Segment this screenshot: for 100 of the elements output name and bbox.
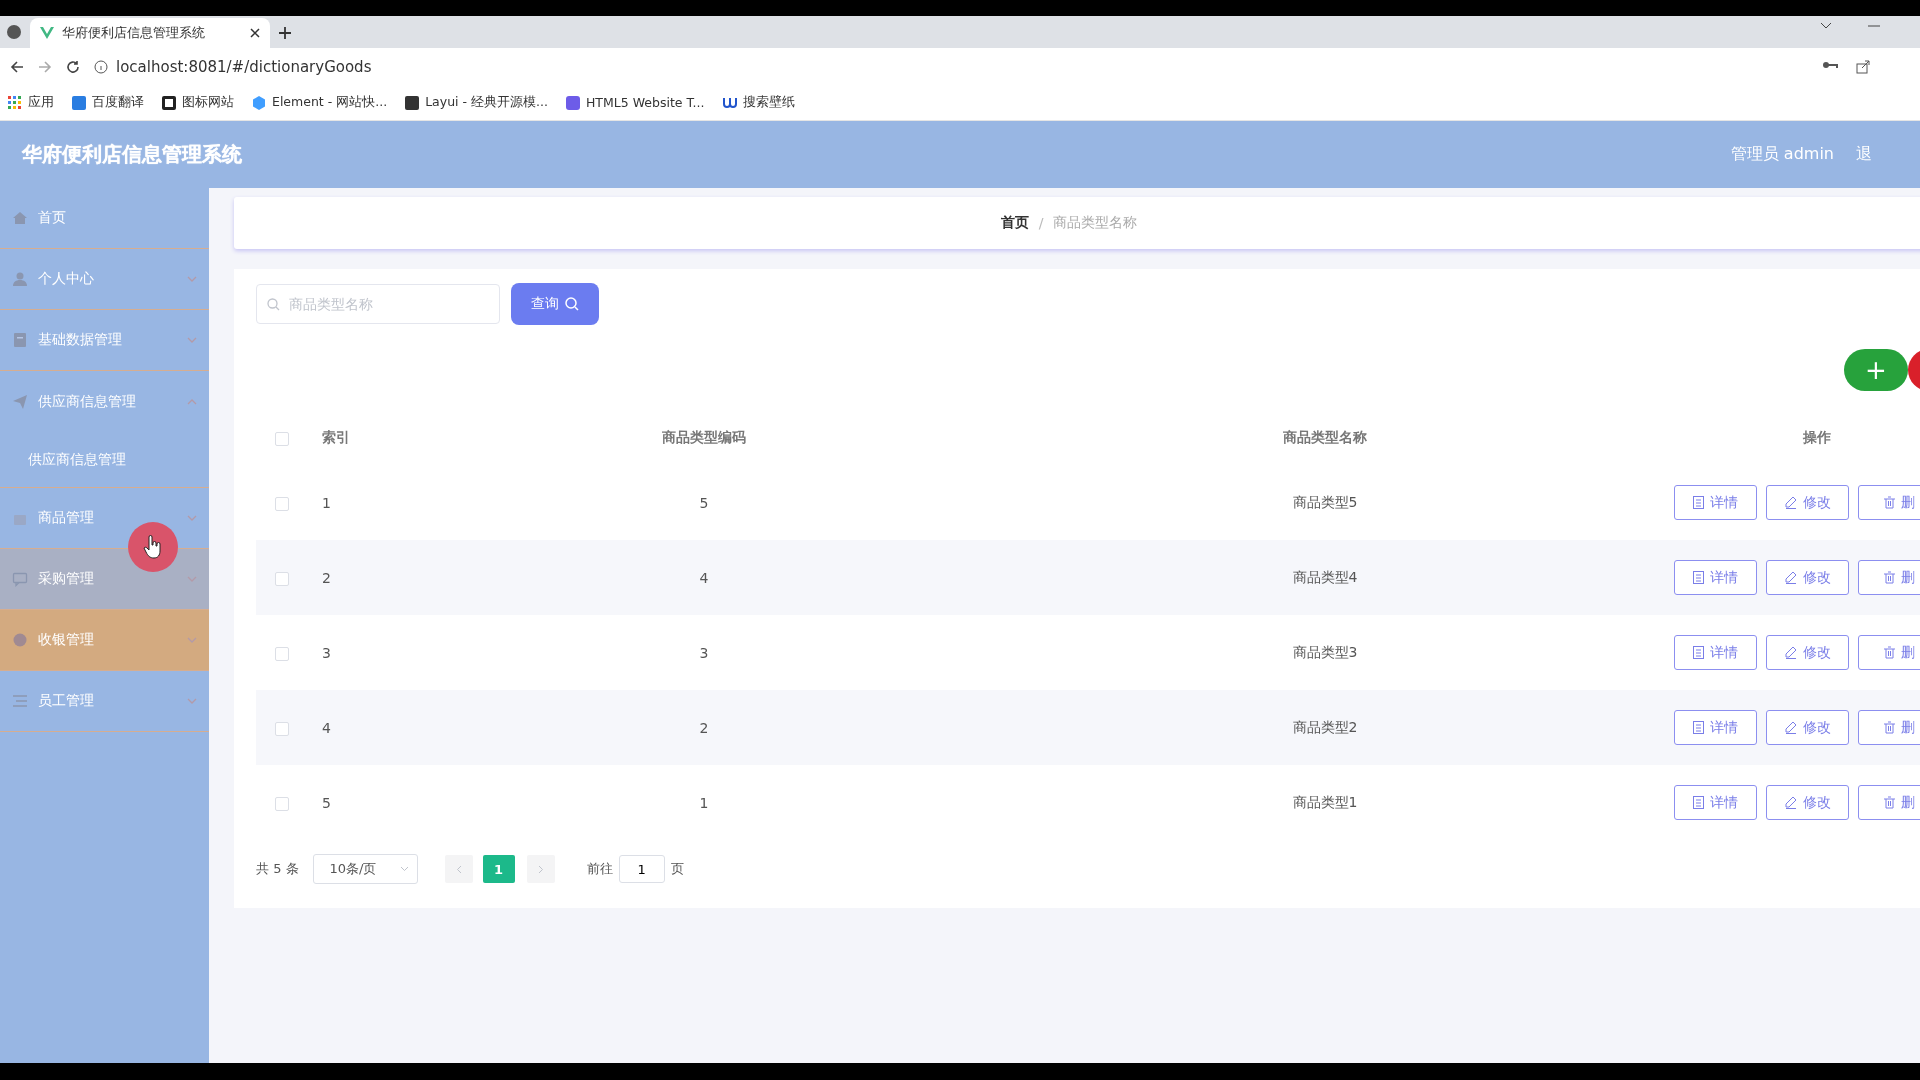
table-cell: 2 xyxy=(417,690,991,765)
wave-logo-icon xyxy=(722,95,737,110)
column-header: 商品类型名称 xyxy=(1282,428,1368,447)
search-field[interactable]: 商品类型名称 xyxy=(256,284,500,324)
table-cell: 5 xyxy=(308,765,417,840)
document-icon xyxy=(1693,796,1704,809)
search-button[interactable]: 查询 xyxy=(511,283,599,325)
new-tab-icon[interactable] xyxy=(278,26,292,40)
chevron-down-icon xyxy=(399,866,409,872)
row-checkbox[interactable] xyxy=(275,496,289,511)
pencil-icon xyxy=(1784,496,1797,509)
bookmark-link[interactable]: 百度翻译 xyxy=(72,94,144,111)
column-header: 商品类型编码 xyxy=(661,428,747,447)
detail-button[interactable]: 详情 xyxy=(1674,710,1757,745)
add-button[interactable]: + xyxy=(1844,349,1908,391)
user-icon xyxy=(12,271,28,287)
row-checkbox[interactable] xyxy=(275,721,289,736)
chevron-icon xyxy=(187,515,197,521)
minimize-icon[interactable] xyxy=(1868,22,1880,30)
bookmark-link[interactable]: Layui - 经典开源模... xyxy=(405,94,548,111)
bookmark-link[interactable]: Element - 网站快... xyxy=(252,94,388,111)
delete-button[interactable]: 删 xyxy=(1858,710,1920,745)
key-icon[interactable] xyxy=(1822,59,1838,70)
info-icon[interactable] xyxy=(94,59,108,74)
share-icon[interactable] xyxy=(1856,59,1870,74)
bookmark-link[interactable]: HTML5 Website T... xyxy=(565,95,705,110)
user-label: 管理员 admin xyxy=(1730,144,1834,165)
chevron-right-icon xyxy=(537,864,544,874)
delete-button[interactable]: 删 xyxy=(1858,485,1920,520)
document-icon xyxy=(1693,496,1704,509)
chat-icon xyxy=(12,571,28,587)
forward-icon[interactable] xyxy=(38,59,52,74)
delete-button[interactable]: 删 xyxy=(1858,560,1920,595)
bookmark-link[interactable]: 应用 xyxy=(8,94,54,111)
table-cell: 1 xyxy=(308,465,417,540)
total-count: 共 5 条 xyxy=(256,860,299,878)
delete-button[interactable]: 删 xyxy=(1858,785,1920,820)
detail-button[interactable]: 详情 xyxy=(1674,635,1757,670)
edit-button[interactable]: 修改 xyxy=(1766,635,1849,670)
column-header: 操作 xyxy=(1801,428,1832,447)
select-all-checkbox[interactable] xyxy=(275,432,289,446)
breadcrumb-link[interactable]: 首页 xyxy=(1000,214,1029,232)
v-logo-icon xyxy=(40,27,54,39)
page-input[interactable]: 1 xyxy=(618,855,665,883)
document-icon xyxy=(1693,721,1704,734)
detail-button[interactable]: 详情 xyxy=(1674,785,1757,820)
page-size-select[interactable]: 10条/页 xyxy=(312,854,418,884)
close-icon[interactable] xyxy=(250,28,260,38)
edit-button[interactable]: 修改 xyxy=(1766,785,1849,820)
page-number-button[interactable]: 1 xyxy=(482,855,515,883)
trash-icon xyxy=(1884,646,1895,659)
row-checkbox[interactable] xyxy=(275,796,289,811)
edit-button[interactable]: 修改 xyxy=(1766,710,1849,745)
table-cell: 商品类型3 xyxy=(991,615,1659,690)
pencil-icon xyxy=(1784,646,1797,659)
document-icon xyxy=(1693,646,1704,659)
bookmark-link[interactable]: 图标网站 xyxy=(162,94,234,111)
document-icon xyxy=(1693,571,1704,584)
detail-button[interactable]: 详情 xyxy=(1674,485,1757,520)
browser-tab[interactable]: 华府便利店信息管理系统 xyxy=(30,18,270,48)
chevron-icon xyxy=(187,337,197,343)
paper-plane-icon xyxy=(12,393,28,410)
hand-cursor-icon xyxy=(143,535,163,559)
table-cell: 商品类型1 xyxy=(991,765,1659,840)
column-header: 索引 xyxy=(321,428,351,447)
table-cell: 3 xyxy=(417,615,991,690)
chevron-icon xyxy=(187,637,197,643)
pencil-icon xyxy=(1784,721,1797,734)
back-icon[interactable] xyxy=(10,59,24,74)
sidebar-item[interactable]: 采购管理 xyxy=(0,549,209,610)
chevron-down-icon[interactable] xyxy=(1820,22,1832,30)
sidebar-item[interactable]: 收银管理 xyxy=(0,610,209,671)
trash-icon xyxy=(1884,721,1895,734)
sidebar-subitem[interactable]: 供应商信息管理 xyxy=(0,432,209,487)
document-icon xyxy=(12,332,28,348)
sidebar-item[interactable]: 供应商信息管理 xyxy=(0,371,209,432)
chevron-icon xyxy=(187,576,197,582)
home-icon xyxy=(12,210,28,226)
logout-link[interactable]: 退 xyxy=(1856,144,1872,165)
breadcrumb-separator: / xyxy=(1038,215,1044,231)
table-cell: 商品类型2 xyxy=(991,690,1659,765)
address-field[interactable]: localhost:8081/#/dictionaryGoods xyxy=(116,57,372,76)
delete-button[interactable]: 删 xyxy=(1858,635,1920,670)
search-icon xyxy=(565,297,579,311)
app-title: 华府便利店信息管理系统 xyxy=(22,141,243,168)
chevron-icon xyxy=(187,398,197,405)
row-checkbox[interactable] xyxy=(275,571,289,586)
bookmark-link[interactable]: 搜索壁纸 xyxy=(722,94,795,111)
edit-button[interactable]: 修改 xyxy=(1766,560,1849,595)
detail-button[interactable]: 详情 xyxy=(1674,560,1757,595)
trash-icon xyxy=(1884,796,1895,809)
table-cell: 5 xyxy=(417,465,991,540)
table-cell: 商品类型4 xyxy=(991,540,1659,615)
goto-label: 前往 xyxy=(586,860,613,878)
edit-button[interactable]: 修改 xyxy=(1766,485,1849,520)
reload-icon[interactable] xyxy=(66,59,80,74)
breadcrumb-link[interactable]: 商品类型名称 xyxy=(1053,214,1138,232)
table-cell: 1 xyxy=(417,765,991,840)
row-checkbox[interactable] xyxy=(275,646,289,661)
apps-grid-icon xyxy=(8,95,22,110)
